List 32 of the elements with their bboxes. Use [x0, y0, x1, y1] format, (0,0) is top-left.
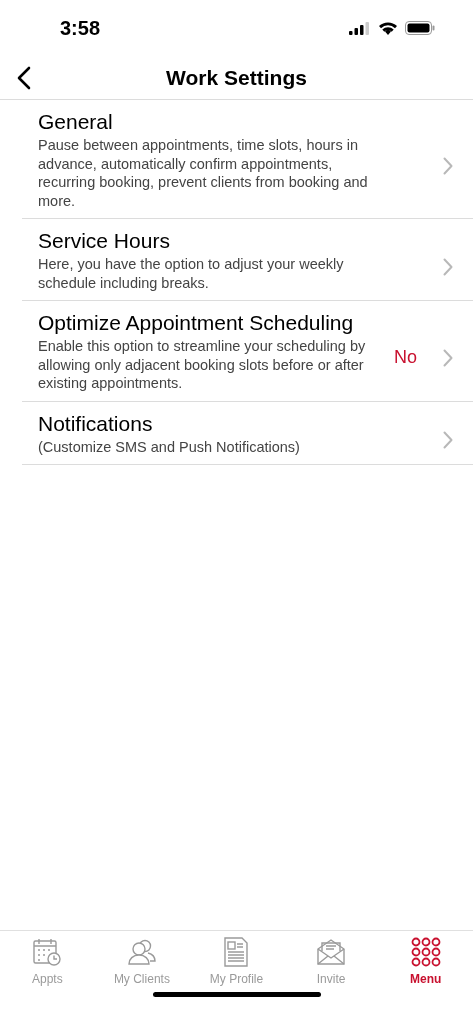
setting-title: Optimize Appointment Scheduling [38, 310, 355, 336]
setting-value: No [394, 346, 417, 370]
tab-bar-item[interactable]: Appts [0, 937, 95, 988]
settings-row[interactable]: Optimize Appointment Scheduling Enable this option to streamline your scheduling by allowing only adjacent booking slots before or after existing appointments. No [22, 301, 473, 402]
setting-description: Here, you have the option to adjust your weekly schedule including breaks. [38, 255, 345, 292]
profile-document-icon [223, 937, 250, 967]
page-title: Work Settings [166, 64, 307, 91]
setting-description: Pause between appointments, time slots, hours in advance, automatically confirm appointments, recurring booking, prevent clients from booking and more. [38, 136, 369, 210]
people-icon [126, 937, 157, 967]
tab-bar-item[interactable]: My Profile [189, 937, 284, 988]
back-icon [17, 66, 31, 90]
menu-grid-icon [410, 937, 441, 967]
envelope-icon [316, 937, 347, 967]
settings-row[interactable]: General Pause between appointments, time slots, hours in advance, automatically confirm appointments, recurring booking, prevent clients from booking and more. [22, 100, 473, 219]
chevron-icon [443, 348, 453, 367]
battery-icon [405, 21, 435, 35]
signal-icon [349, 21, 371, 35]
setting-description: Enable this option to streamline your scheduling by allowing only adjacent booking slots before or after existing appointments. [38, 337, 367, 393]
settings-row[interactable]: Notifications (Customize SMS and Push Notifications) [22, 401, 473, 465]
chevron-icon [443, 257, 453, 276]
tab-bar-item[interactable]: Menu [378, 937, 473, 988]
wifi-icon [378, 21, 398, 35]
calendar-clock-icon [32, 937, 63, 967]
setting-title: Service Hours [38, 228, 171, 254]
setting-title: Notifications [38, 410, 154, 437]
setting-title: General [38, 109, 114, 135]
chevron-icon [443, 157, 453, 175]
settings-row[interactable]: Service Hours Here, you have the option to adjust your weekly schedule including breaks. [22, 219, 473, 301]
status-time: 3:58 [60, 16, 101, 41]
setting-description: (Customize SMS and Push Notifications) [38, 437, 301, 456]
tab-bar-item[interactable]: My Clients [94, 937, 190, 988]
chevron-icon [443, 430, 453, 449]
